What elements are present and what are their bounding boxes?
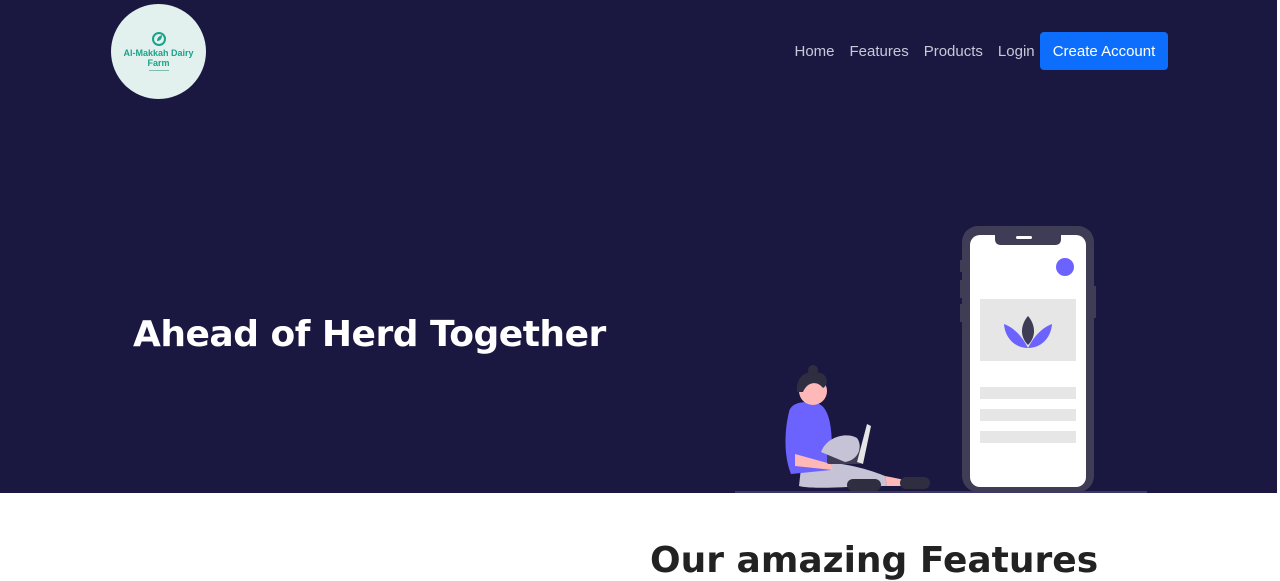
nav-login-link[interactable]: Login	[990, 43, 1042, 60]
nav-features-link[interactable]: Features	[842, 43, 916, 60]
person-shoe	[847, 479, 881, 491]
hero-headline: Ahead of Herd Together	[133, 314, 606, 355]
phone-text-line	[980, 409, 1076, 421]
main-nav: Home Features Products Login	[787, 32, 1042, 70]
person-shoe	[900, 477, 930, 489]
create-account-button[interactable]: Create Account	[1040, 32, 1168, 70]
ground-line	[735, 491, 1147, 493]
hero-section: Al-Makkah Dairy Farm Home Features Produ…	[0, 0, 1280, 493]
phone-side-button	[960, 260, 963, 272]
features-heading: Our amazing Features	[650, 540, 1099, 581]
nav-home-link[interactable]: Home	[787, 43, 842, 60]
phone-text-line	[980, 431, 1076, 443]
phone-speaker	[1016, 236, 1032, 239]
brand-name-line2: Farm	[147, 58, 170, 68]
phone-side-button	[1093, 286, 1096, 318]
hero-illustration	[735, 226, 1147, 493]
phone-avatar-dot	[1056, 258, 1074, 276]
nav-products-link[interactable]: Products	[916, 43, 990, 60]
brand-logo[interactable]: Al-Makkah Dairy Farm	[111, 4, 206, 99]
phone-side-button	[960, 280, 963, 298]
brand-name-line1: Al-Makkah Dairy	[123, 48, 194, 58]
phone-text-line	[980, 387, 1076, 399]
leaf-icon	[151, 32, 166, 46]
phone-side-button	[960, 304, 963, 322]
brand-tagline-rule	[148, 70, 169, 71]
person-hair-bun	[808, 365, 818, 375]
